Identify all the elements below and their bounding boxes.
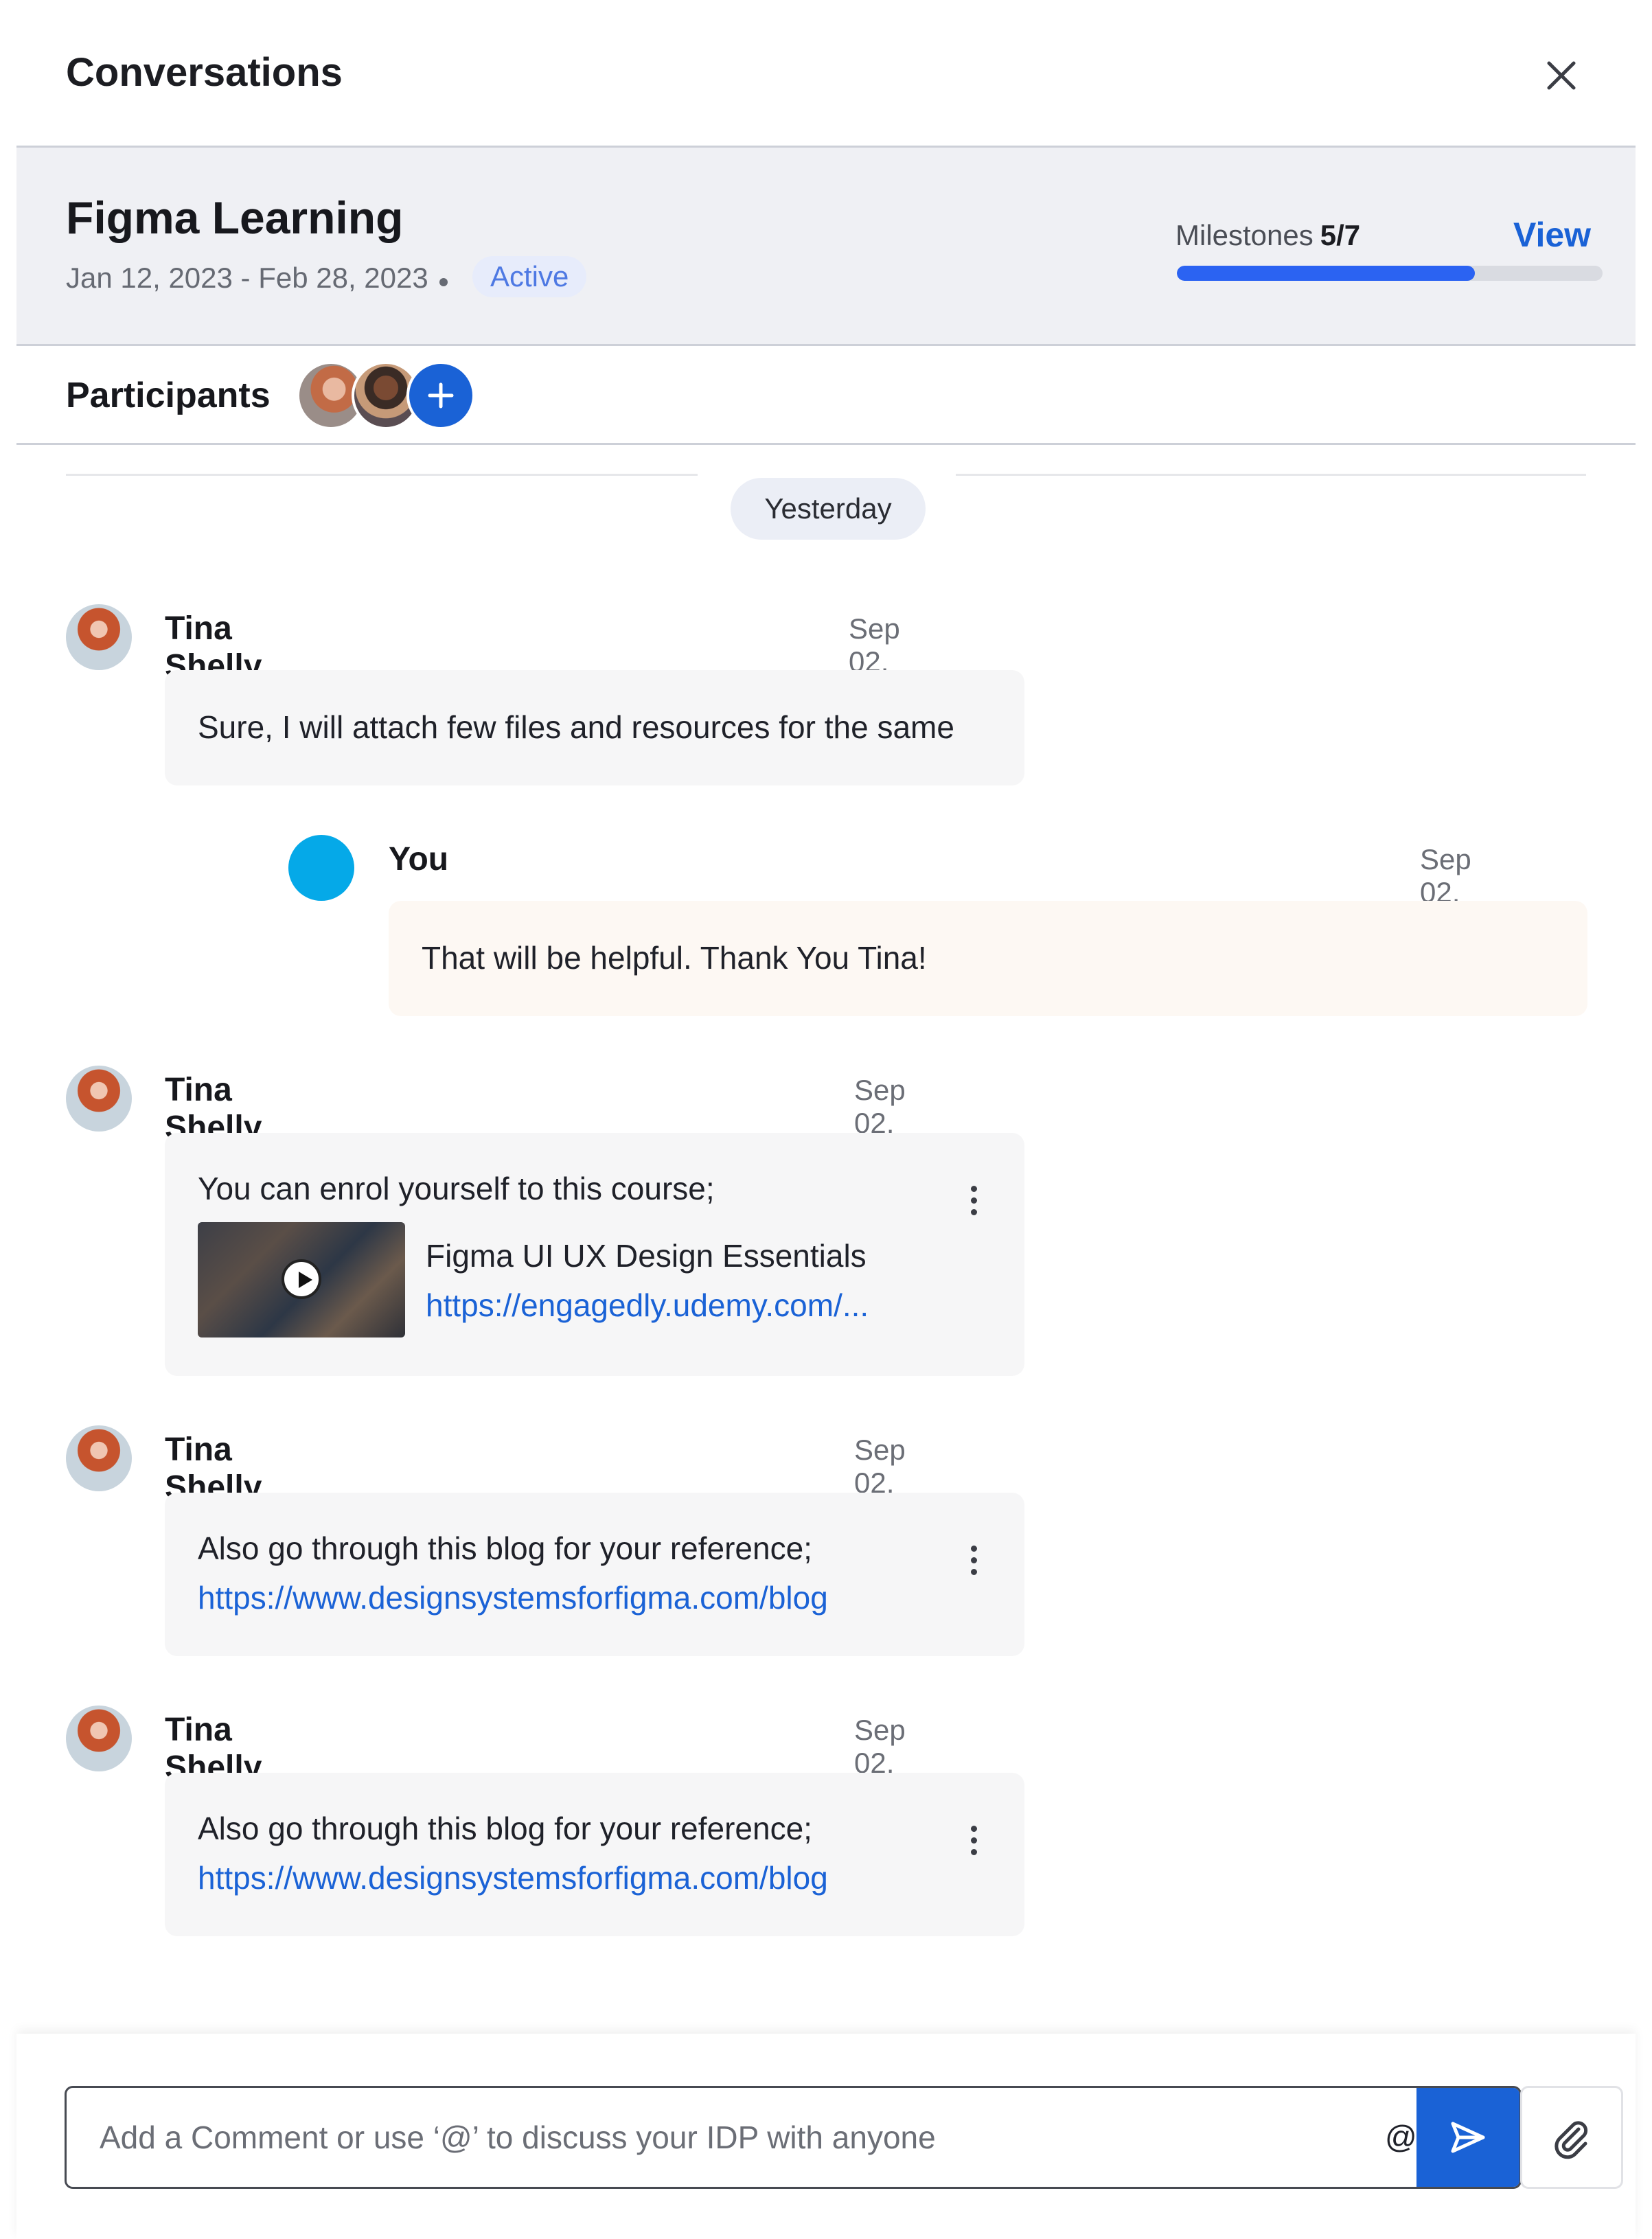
idp-title: Figma Learning xyxy=(66,192,404,243)
message-text: That will be helpful. Thank You Tina! xyxy=(422,940,927,976)
message-author: You xyxy=(389,841,449,877)
add-participant-button[interactable] xyxy=(406,361,475,430)
message-text: You can enrol yourself to this course; xyxy=(198,1171,715,1206)
message-text: Also go through this blog for your refer… xyxy=(198,1530,812,1566)
message-link[interactable]: https://www.designsystemsforfigma.com/bl… xyxy=(198,1579,828,1616)
message-link[interactable]: https://www.designsystemsforfigma.com/bl… xyxy=(198,1859,828,1896)
message-text: Sure, I will attach few files and resour… xyxy=(198,709,954,745)
play-icon xyxy=(282,1259,321,1299)
attach-button[interactable] xyxy=(1520,2086,1623,2189)
send-button[interactable] xyxy=(1416,2088,1519,2187)
message-bubble: You can enrol yourself to this course; F… xyxy=(165,1133,1024,1376)
conversations-header: Conversations xyxy=(0,0,1652,146)
milestones-count: 5/7 xyxy=(1320,219,1361,251)
course-thumbnail[interactable] xyxy=(198,1222,405,1337)
day-divider-line xyxy=(956,474,1586,476)
message-bubble: Also go through this blog for your refer… xyxy=(165,1493,1024,1656)
day-divider-line xyxy=(66,474,698,476)
participant-avatars xyxy=(297,361,503,430)
course-title: Figma UI UX Design Essentials xyxy=(426,1238,867,1274)
milestones-label: Milestones 5/7 xyxy=(1175,219,1360,252)
avatar xyxy=(66,1706,132,1771)
milestones-label-text: Milestones xyxy=(1175,219,1313,251)
more-options-icon[interactable] xyxy=(960,1819,987,1861)
milestones-progress-bar xyxy=(1177,266,1603,281)
participants-row: Participants xyxy=(16,346,1636,445)
comment-composer: @ xyxy=(16,2034,1636,2239)
comment-field: @ xyxy=(65,2086,1522,2189)
close-icon[interactable] xyxy=(1538,52,1585,99)
message-bubble: Sure, I will attach few files and resour… xyxy=(165,670,1024,785)
message-text: Also go through this blog for your refer… xyxy=(198,1811,812,1846)
plus-icon xyxy=(428,382,454,409)
message-bubble: That will be helpful. Thank You Tina! xyxy=(389,901,1587,1016)
avatar xyxy=(288,835,354,901)
participants-label: Participants xyxy=(66,376,271,415)
send-icon xyxy=(1451,2122,1485,2153)
avatar xyxy=(66,1066,132,1132)
comment-input[interactable] xyxy=(67,2088,1357,2187)
more-options-icon[interactable] xyxy=(960,1180,987,1221)
status-badge: Active xyxy=(472,256,587,297)
idp-summary: Figma Learning Jan 12, 2023 - Feb 28, 20… xyxy=(16,146,1636,346)
separator-dot xyxy=(439,278,448,286)
mention-button[interactable]: @ xyxy=(1385,2118,1417,2155)
idp-dates: Jan 12, 2023 - Feb 28, 2023 xyxy=(66,262,428,294)
milestones-progress-fill xyxy=(1177,266,1475,281)
avatar xyxy=(66,604,132,670)
more-options-icon[interactable] xyxy=(960,1539,987,1581)
paperclip-icon xyxy=(1555,2121,1588,2159)
page-title: Conversations xyxy=(66,50,343,95)
view-milestones-link[interactable]: View xyxy=(1513,215,1591,255)
message-bubble: Also go through this blog for your refer… xyxy=(165,1773,1024,1936)
course-link[interactable]: https://engagedly.udemy.com/... xyxy=(426,1287,869,1324)
day-divider-label: Yesterday xyxy=(731,478,926,540)
avatar xyxy=(66,1425,132,1491)
